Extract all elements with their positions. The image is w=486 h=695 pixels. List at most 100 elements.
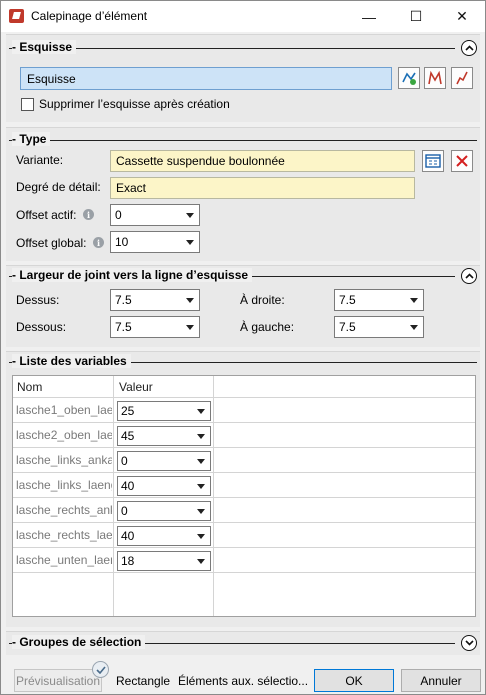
offset-actif-select[interactable]: 0	[110, 204, 200, 226]
edit-sketch-button[interactable]	[398, 67, 420, 89]
dessus-select[interactable]: 7.5	[110, 289, 200, 311]
offset-actif-value: 0	[115, 208, 122, 222]
joint-title: Largeur de joint vers la ligne d’esquiss…	[19, 268, 249, 282]
groupes-dash: -	[12, 635, 16, 649]
rectangle-label[interactable]: Rectangle	[116, 674, 170, 688]
detail-label: Degré de détail:	[16, 180, 101, 194]
gauche-select[interactable]: 7.5	[334, 316, 424, 338]
ok-button[interactable]: OK	[314, 669, 394, 692]
joint-header: - Largeur de joint vers la ligne d’esqui…	[9, 268, 477, 284]
collapse-dash: -	[12, 40, 16, 54]
delete-sketch-checkbox[interactable]	[21, 98, 34, 111]
groupes-title: Groupes de sélection	[19, 635, 142, 649]
chevron-down-icon	[197, 484, 205, 489]
chevron-down-icon	[197, 534, 205, 539]
preview-check-icon	[92, 661, 109, 678]
offset-global-label: Offset global:	[16, 236, 87, 250]
chevron-down-icon	[197, 559, 205, 564]
esquisse-collapse-button[interactable]	[461, 40, 477, 56]
chevron-down-icon	[186, 325, 194, 330]
variable-value-select[interactable]: 40	[117, 526, 211, 546]
window-title: Calepinage d’élément	[31, 9, 148, 23]
delete-sketch-label: Supprimer l’esquisse après création	[39, 97, 230, 111]
dessous-select[interactable]: 7.5	[110, 316, 200, 338]
chevron-down-icon	[410, 325, 418, 330]
variable-value: 25	[121, 404, 135, 418]
dessous-value: 7.5	[115, 320, 132, 334]
esquisse-field[interactable]: Esquisse	[20, 67, 392, 90]
variable-value: 45	[121, 429, 135, 443]
variable-value-select[interactable]: 45	[117, 426, 211, 446]
table-row[interactable]: lasche2_oben_laenge 45	[13, 423, 475, 448]
variable-value-select[interactable]: 25	[117, 401, 211, 421]
grid-header: Nom Valeur	[13, 376, 475, 398]
variable-name: lasche_unten_laenge	[16, 553, 112, 567]
chevron-up-icon	[464, 273, 474, 279]
sketch-draw-icon	[456, 71, 468, 85]
info-icon: i	[93, 237, 104, 248]
variable-value: 40	[121, 529, 135, 543]
dessus-label: Dessus:	[16, 293, 60, 307]
offset-actif-label: Offset actif:	[16, 208, 77, 222]
variable-name: lasche1_oben_laenge	[16, 403, 112, 417]
variable-value-select[interactable]: 0	[117, 451, 211, 471]
table-row[interactable]: lasche_rechts_ankant 0	[13, 498, 475, 523]
chevron-down-icon	[186, 213, 194, 218]
droite-value: 7.5	[339, 293, 356, 307]
maximize-button[interactable]: ☐	[393, 1, 439, 32]
chevron-down-icon	[410, 298, 418, 303]
close-button[interactable]: ✕	[439, 1, 485, 32]
table-row[interactable]: lasche1_oben_laenge 25	[13, 398, 475, 423]
dessous-label: Dessous:	[16, 320, 67, 334]
variable-value-select[interactable]: 0	[117, 501, 211, 521]
table-row[interactable]: lasche_links_ankant 0	[13, 448, 475, 473]
droite-label: À droite:	[240, 293, 285, 307]
table-row[interactable]: lasche_rechts_laenge 40	[13, 523, 475, 548]
variables-dash: -	[12, 354, 16, 368]
sketch-edit-icon	[402, 72, 416, 85]
sketch-pick-icon	[428, 70, 442, 85]
draw-sketch-button[interactable]	[451, 67, 473, 89]
variables-header: - Liste des variables	[9, 354, 477, 370]
variante-label: Variante:	[16, 153, 64, 167]
cancel-button[interactable]: Annuler	[401, 669, 481, 692]
dialog-window: Calepinage d’élément — ☐ ✕ - Esquisse Es…	[0, 0, 486, 695]
chevron-down-icon	[464, 640, 474, 646]
info-icon: i	[83, 209, 94, 220]
offset-global-select[interactable]: 10	[110, 231, 200, 253]
variable-value-select[interactable]: 40	[117, 476, 211, 496]
groupes-expand-button[interactable]	[461, 635, 477, 651]
column-nom[interactable]: Nom	[17, 380, 42, 394]
variante-field[interactable]: Cassette suspendue boulonnée	[110, 150, 415, 172]
type-dash: -	[12, 132, 16, 146]
variable-value: 0	[121, 504, 128, 518]
joint-dash: -	[12, 268, 16, 282]
chevron-down-icon	[197, 409, 205, 414]
chevron-down-icon	[197, 459, 205, 464]
variable-value-select[interactable]: 18	[117, 551, 211, 571]
browse-variante-button[interactable]	[422, 150, 444, 172]
table-row[interactable]: lasche_unten_laenge 18	[13, 548, 475, 573]
chevron-down-icon	[186, 240, 194, 245]
catalog-icon	[425, 154, 441, 168]
variables-grid: Nom Valeur lasche1_oben_laenge 25 lasche…	[12, 375, 476, 617]
minimize-button[interactable]: —	[346, 1, 392, 32]
type-title: Type	[19, 132, 47, 146]
clear-variante-button[interactable]	[451, 150, 473, 172]
pick-sketch-button[interactable]	[424, 67, 446, 89]
detail-field[interactable]: Exact	[110, 177, 415, 199]
variable-name: lasche2_oben_laenge	[16, 428, 112, 442]
droite-select[interactable]: 7.5	[334, 289, 424, 311]
preview-button[interactable]: Prévisualisation	[14, 669, 102, 692]
title-bar: Calepinage d’élément — ☐ ✕	[1, 1, 485, 32]
joint-collapse-button[interactable]	[461, 268, 477, 284]
variable-name: lasche_rechts_laenge	[16, 528, 112, 542]
variable-value: 40	[121, 479, 135, 493]
variable-value: 18	[121, 554, 135, 568]
groupes-header: - Groupes de sélection	[9, 635, 477, 651]
variable-name: lasche_rechts_ankant	[16, 503, 112, 517]
elements-label[interactable]: Éléments aux. sélectio...	[178, 674, 308, 688]
table-row[interactable]: lasche_links_laenge 40	[13, 473, 475, 498]
column-valeur[interactable]: Valeur	[119, 380, 153, 394]
chevron-up-icon	[464, 45, 474, 51]
